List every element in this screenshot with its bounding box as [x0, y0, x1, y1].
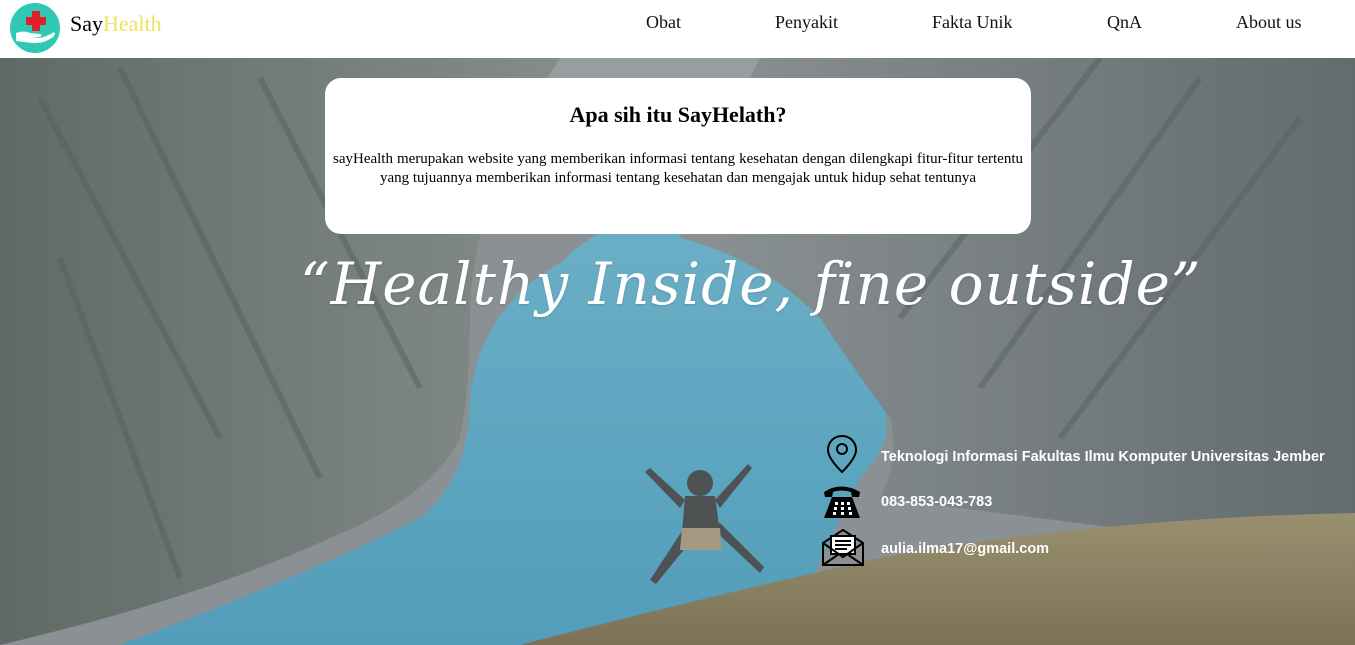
envelope-icon: [821, 527, 865, 567]
about-card-text: sayHealth merupakan website yang memberi…: [333, 151, 1023, 186]
navbar: SayHealth Obat Penyakit Fakta Unik QnA A…: [0, 0, 1355, 58]
contact-address-text: Teknologi Informasi Fakultas Ilmu Komput…: [881, 449, 1325, 465]
hero-tagline: “Healthy Inside, fine outside”: [300, 250, 1202, 318]
about-card: Apa sih itu SayHelath? sayHealth merupak…: [325, 78, 1031, 234]
telephone-icon: [821, 481, 865, 521]
nav-item-obat[interactable]: Obat: [646, 12, 681, 33]
nav-item-about-us[interactable]: About us: [1236, 12, 1302, 33]
brand-name[interactable]: SayHealth: [70, 11, 162, 37]
nav-item-penyakit[interactable]: Penyakit: [775, 12, 838, 33]
contact-email-text[interactable]: aulia.ilma17@gmail.com: [881, 541, 1049, 557]
health-hand-logo-icon[interactable]: [10, 3, 60, 53]
contact-phone: 083-853-043-783: [821, 481, 1121, 521]
brand-name-part2: Health: [103, 11, 162, 36]
brand-name-part1: Say: [70, 11, 103, 36]
about-card-title: Apa sih itu SayHelath?: [569, 102, 787, 127]
map-pin-icon: [821, 434, 865, 474]
contact-address: Teknologi Informasi Fakultas Ilmu Komput…: [821, 434, 1351, 474]
contact-email: aulia.ilma17@gmail.com: [821, 527, 1121, 567]
contact-phone-text: 083-853-043-783: [881, 494, 993, 510]
nav-item-fakta-unik[interactable]: Fakta Unik: [932, 12, 1013, 33]
nav-item-qna[interactable]: QnA: [1107, 12, 1142, 33]
